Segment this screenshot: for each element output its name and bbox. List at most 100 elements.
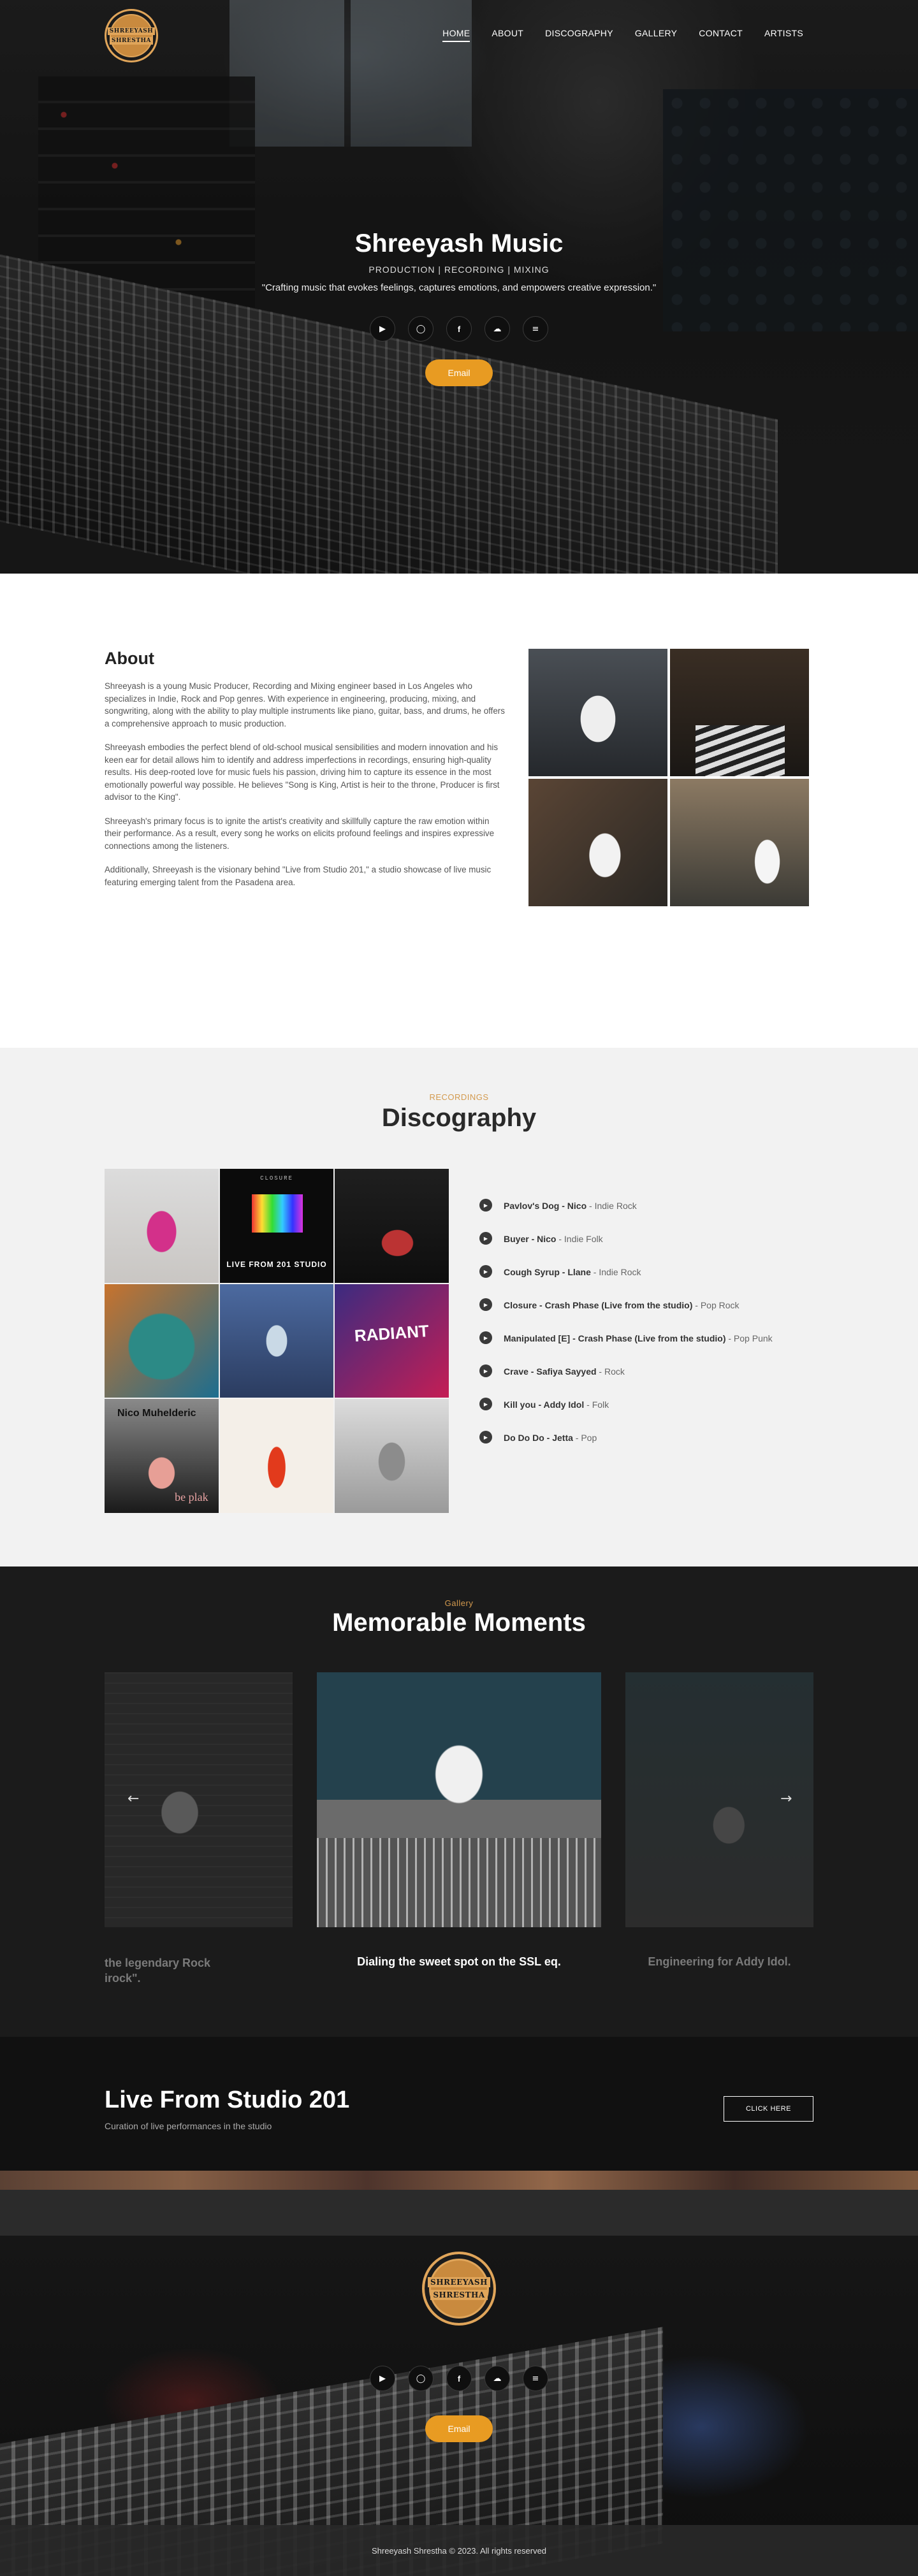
gallery-caption-active: Dialing the sweet spot on the SSL eq. — [357, 1955, 561, 1968]
nav-link-home[interactable]: HOME — [442, 28, 470, 42]
about-text: About Shreeyash is a young Music Produce… — [105, 649, 507, 900]
arrow-right-icon[interactable]: → — [780, 1791, 792, 1807]
track-title: Cough Syrup - Llane — [504, 1267, 591, 1277]
track-title: Kill you - Addy Idol — [504, 1400, 585, 1410]
decorative-photo-strip — [0, 2171, 918, 2190]
nav-link-discography[interactable]: DISCOGRAPHY — [545, 28, 613, 42]
track-item[interactable]: ▶ Buyer - Nico - Indie Folk — [479, 1232, 773, 1246]
track-title: Manipulated [E] - Crash Phase (Live from… — [504, 1333, 726, 1343]
gallery-section: Gallery Memorable Moments ← → the legend… — [0, 1567, 918, 2037]
album-cover[interactable] — [219, 1399, 334, 1513]
hero-social-links: ▶ ◯ f ☁ ≡ — [0, 316, 918, 342]
gallery-caption-next: Engineering for Addy Idol. — [648, 1955, 791, 1968]
play-icon: ▶ — [479, 1331, 492, 1344]
track-genre: - Indie Rock — [590, 1267, 641, 1277]
logo-line-1: SHREEYASH — [428, 2277, 490, 2287]
youtube-icon[interactable]: ▶ — [370, 2366, 395, 2391]
about-photo-drums — [670, 779, 809, 906]
footer-email-button[interactable]: Email — [425, 2415, 493, 2442]
facebook-icon[interactable]: f — [446, 2366, 472, 2391]
play-icon: ▶ — [479, 1232, 492, 1245]
track-genre: - Pop Rock — [692, 1300, 740, 1310]
album-cover[interactable]: Nico Muhelderic be plak — [105, 1399, 219, 1513]
track-title: Closure - Crash Phase (Live from the stu… — [504, 1300, 693, 1310]
play-icon: ▶ — [479, 1398, 492, 1410]
play-icon: ▶ — [479, 1364, 492, 1377]
track-genre: - Folk — [584, 1400, 609, 1410]
track-genre: - Indie Folk — [556, 1234, 603, 1244]
footer-logo[interactable]: SHREEYASH SHRESTHA — [422, 2252, 496, 2326]
soundcloud-icon[interactable]: ☁ — [484, 316, 510, 342]
spotify-icon[interactable]: ≡ — [523, 2366, 548, 2391]
album-cover[interactable]: CLOSURE LIVE FROM 201 STUDIO — [219, 1169, 334, 1283]
nav-links: HOME ABOUT DISCOGRAPHY GALLERY CONTACT A… — [442, 28, 803, 42]
logo-line-2: SHRESTHA — [430, 2290, 488, 2300]
live-title: Live From Studio 201 — [105, 2087, 350, 2113]
track-item[interactable]: ▶ Crave - Safiya Sayyed - Rock — [479, 1364, 773, 1378]
nav-link-gallery[interactable]: GALLERY — [635, 28, 677, 42]
gallery-title: Memorable Moments — [332, 1609, 586, 1637]
hero-title: Shreeyash Music — [354, 229, 564, 257]
track-title: Buyer - Nico — [504, 1234, 557, 1244]
hero-email-button[interactable]: Email — [425, 359, 493, 386]
album-cover[interactable]: RADIANT — [335, 1284, 449, 1398]
discography-title: Discography — [381, 1104, 537, 1132]
album-cover[interactable] — [219, 1284, 334, 1398]
album-cover[interactable] — [105, 1169, 219, 1283]
site-logo[interactable]: SHREEYASH SHRESTHA — [105, 9, 158, 62]
decorative-band — [0, 2190, 918, 2236]
track-genre: - Indie Rock — [586, 1201, 637, 1211]
about-paragraph-1: Shreeyash is a young Music Producer, Rec… — [105, 681, 505, 728]
track-genre: - Pop Punk — [725, 1333, 773, 1343]
play-icon: ▶ — [479, 1265, 492, 1278]
logo-line-1: SHREEYASH — [107, 27, 156, 35]
footer: SHREEYASH SHRESTHA ▶ ◯ f ☁ ≡ Email Shree… — [0, 2236, 918, 2576]
album-cover[interactable] — [335, 1399, 449, 1513]
arrow-left-icon[interactable]: ← — [127, 1791, 139, 1807]
soundcloud-icon[interactable]: ☁ — [484, 2366, 510, 2391]
discography-section: RECORDINGS Discography CLOSURE LIVE FROM… — [0, 1048, 918, 1567]
instagram-icon[interactable]: ◯ — [408, 316, 433, 342]
track-item[interactable]: ▶ Closure - Crash Phase (Live from the st… — [479, 1298, 773, 1312]
track-item[interactable]: ▶ Manipulated [E] - Crash Phase (Live fro… — [479, 1331, 773, 1345]
track-item[interactable]: ▶ Pavlov's Dog - Nico - Indie Rock — [479, 1199, 773, 1213]
album-cover[interactable] — [335, 1169, 449, 1283]
about-photo-rack — [528, 779, 667, 906]
hero-quote: "Crafting music that evokes feelings, ca… — [261, 282, 657, 293]
logo-line-2: SHRESTHA — [109, 36, 154, 45]
track-title: Pavlov's Dog - Nico — [504, 1201, 587, 1211]
about-paragraph-4: Additionally, Shreeyash is the visionary… — [105, 865, 492, 887]
nav-link-about[interactable]: ABOUT — [492, 28, 523, 42]
about-paragraph-3: Shreeyash's primary focus is to ignite t… — [105, 816, 495, 851]
nav-link-contact[interactable]: CONTACT — [699, 28, 743, 42]
footer-social-links: ▶ ◯ f ☁ ≡ — [0, 2366, 918, 2391]
track-item[interactable]: ▶ Kill you - Addy Idol - Folk — [479, 1398, 773, 1412]
track-title: Do Do Do - Jetta — [504, 1433, 573, 1443]
about-photo-sitting — [528, 649, 667, 776]
spotify-icon[interactable]: ≡ — [523, 316, 548, 342]
play-icon: ▶ — [479, 1199, 492, 1212]
album-cover-text: CLOSURE — [260, 1175, 293, 1182]
about-heading: About — [105, 649, 154, 668]
hero-content: Shreeyash Music PRODUCTION | RECORDING |… — [0, 229, 918, 386]
album-cover[interactable] — [105, 1284, 219, 1398]
discography-eyebrow: RECORDINGS — [429, 1092, 489, 1102]
album-cover-text: Nico Muhelderic — [117, 1408, 196, 1419]
gallery-slide-active[interactable] — [317, 1672, 601, 1927]
copyright-text: Shreeyash Shrestha © 2023. All rights re… — [0, 2525, 918, 2576]
track-item[interactable]: ▶ Cough Syrup - Llane - Indie Rock — [479, 1265, 773, 1279]
top-navigation: SHREEYASH SHRESTHA HOME ABOUT DISCOGRAPH… — [0, 0, 918, 69]
live-from-studio-section: Live From Studio 201 Curation of live pe… — [0, 2037, 918, 2171]
track-genre: - Rock — [596, 1366, 625, 1377]
youtube-icon[interactable]: ▶ — [370, 316, 395, 342]
album-cover-text: be plak — [175, 1491, 208, 1503]
instagram-icon[interactable]: ◯ — [408, 2366, 433, 2391]
track-list: ▶ Pavlov's Dog - Nico - Indie Rock ▶ Buyer… — [479, 1199, 773, 1465]
about-photo-grid — [528, 649, 809, 906]
click-here-button[interactable]: CLICK HERE — [724, 2096, 813, 2122]
facebook-icon[interactable]: f — [446, 316, 472, 342]
nav-link-artists[interactable]: ARTISTS — [764, 28, 803, 42]
track-item[interactable]: ▶ Do Do Do - Jetta - Pop — [479, 1431, 773, 1445]
play-icon: ▶ — [479, 1298, 492, 1311]
track-title: Crave - Safiya Sayyed — [504, 1366, 597, 1377]
